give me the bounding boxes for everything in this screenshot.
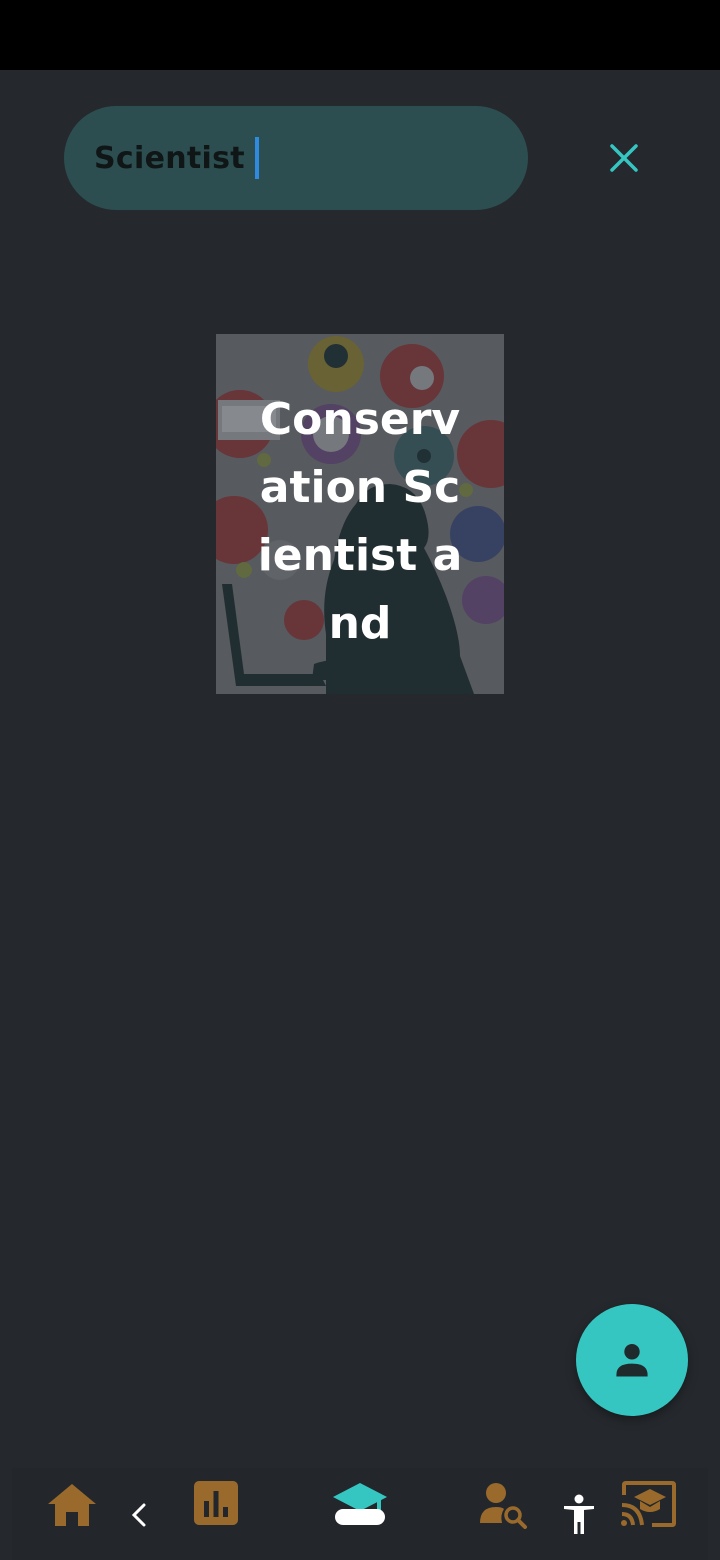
cast-education-icon (621, 1481, 676, 1527)
chevron-left-icon (131, 1503, 146, 1527)
result-card-title: Conservation Scientist and (257, 394, 463, 649)
graduation-cap-icon (333, 1483, 387, 1525)
profile-fab-button[interactable] (576, 1304, 688, 1416)
result-card[interactable]: Conservation Scientist and (216, 334, 504, 694)
person-icon (616, 1344, 648, 1377)
nav-home-button[interactable] (44, 1478, 100, 1530)
bar-chart-icon (194, 1481, 238, 1525)
accessibility-icon (564, 1494, 594, 1534)
nav-education-button[interactable] (326, 1478, 394, 1530)
nav-stats-button[interactable] (190, 1478, 242, 1528)
search-input-value[interactable]: Scientist (94, 141, 245, 176)
home-icon (48, 1484, 96, 1526)
close-icon (610, 144, 638, 172)
text-cursor (254, 137, 259, 179)
search-input[interactable]: Scientist (64, 106, 528, 210)
person-search-icon (480, 1483, 527, 1529)
nav-accessibility-button[interactable] (560, 1492, 598, 1538)
bottom-navigation (12, 1468, 708, 1560)
close-search-button[interactable] (600, 134, 648, 182)
nav-cast-education-button[interactable] (616, 1478, 680, 1530)
nav-back-button[interactable] (124, 1496, 154, 1534)
status-bar (0, 0, 720, 70)
nav-career-search-button[interactable] (476, 1480, 532, 1530)
